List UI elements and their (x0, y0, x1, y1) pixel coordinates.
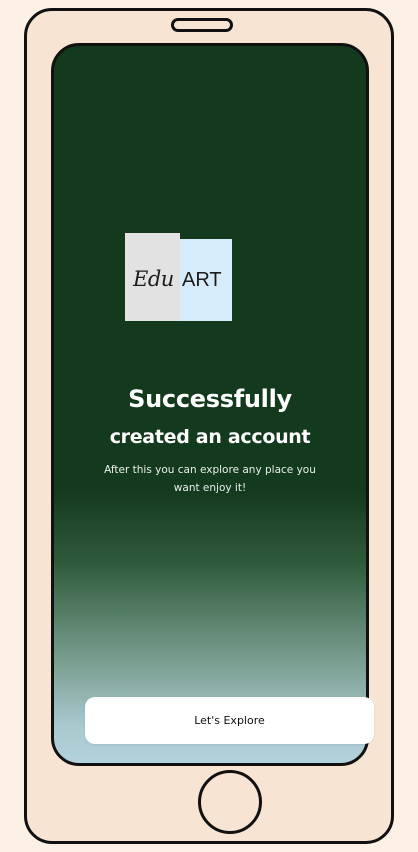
success-description: After this you can explore any place you… (81, 461, 339, 497)
logo-block-text: ART (182, 269, 222, 291)
success-subtitle: created an account (109, 426, 311, 448)
description-line-1: After this you can explore any place you (104, 464, 316, 476)
mockup-stage: Edu ART Successfully created an account … (0, 0, 418, 852)
description-line-2: want enjoy it! (173, 482, 247, 494)
speaker-slot-icon (171, 18, 233, 32)
home-button-icon[interactable] (198, 770, 262, 834)
app-logo: Edu ART (125, 233, 232, 321)
success-title: Successfully (128, 385, 292, 413)
logo-script-text: Edu (133, 267, 174, 291)
lets-explore-button[interactable]: Let's Explore (85, 697, 374, 744)
logo-notch (180, 233, 187, 239)
